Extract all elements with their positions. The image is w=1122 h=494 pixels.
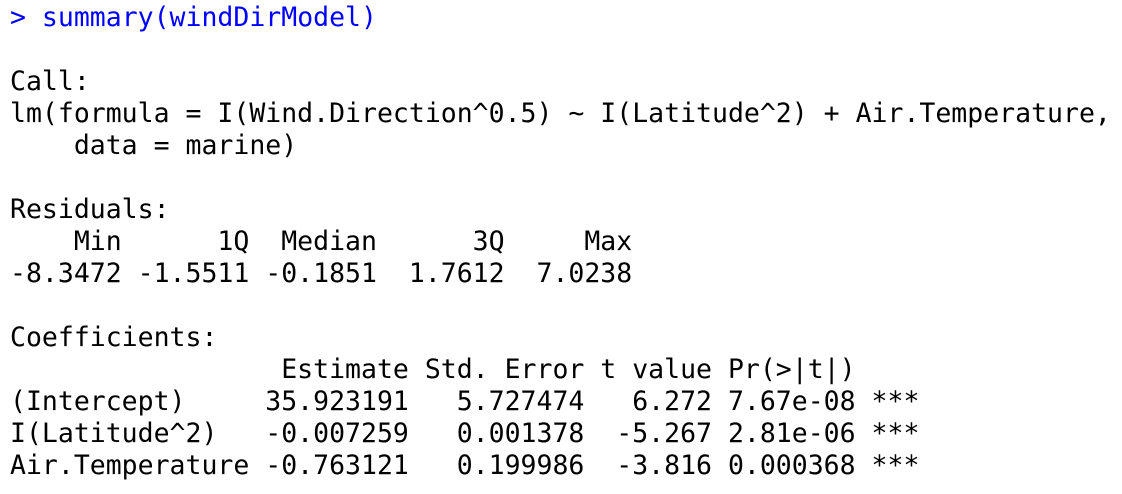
call-formula: lm(formula = I(Wind.Direction^0.5) ~ I(L… (10, 98, 1111, 129)
output-line-blank (10, 162, 1122, 194)
call-data: data = marine) (10, 130, 298, 161)
coefficients-row-air-temperature: Air.Temperature -0.763121 0.199986 -3.81… (10, 450, 920, 481)
output-line-blank (10, 290, 1122, 322)
r-console[interactable]: > summary(windDirModel) Call: lm(formula… (0, 2, 1122, 494)
console-prompt: > (10, 2, 42, 33)
residuals-values-row: -8.3472 -1.5511 -0.1851 1.7612 7.0238 (10, 258, 649, 289)
coefficients-header-row: Estimate Std. Error t value Pr(>|t|) (10, 354, 920, 385)
residuals-header-row: Min 1Q Median 3Q Max (10, 226, 649, 257)
coefficients-row-intercept: (Intercept) 35.923191 5.727474 6.272 7.6… (10, 386, 920, 417)
output-line-blank (10, 34, 1122, 66)
coefficients-row-latitude: I(Latitude^2) -0.007259 0.001378 -5.267 … (10, 418, 920, 449)
command-text: summary(windDirModel) (41, 2, 377, 33)
call-heading: Call: (10, 66, 90, 97)
residuals-heading: Residuals: (10, 194, 170, 225)
coefficients-heading: Coefficients: (10, 322, 218, 353)
command-line: > summary(windDirModel) (10, 2, 1122, 34)
